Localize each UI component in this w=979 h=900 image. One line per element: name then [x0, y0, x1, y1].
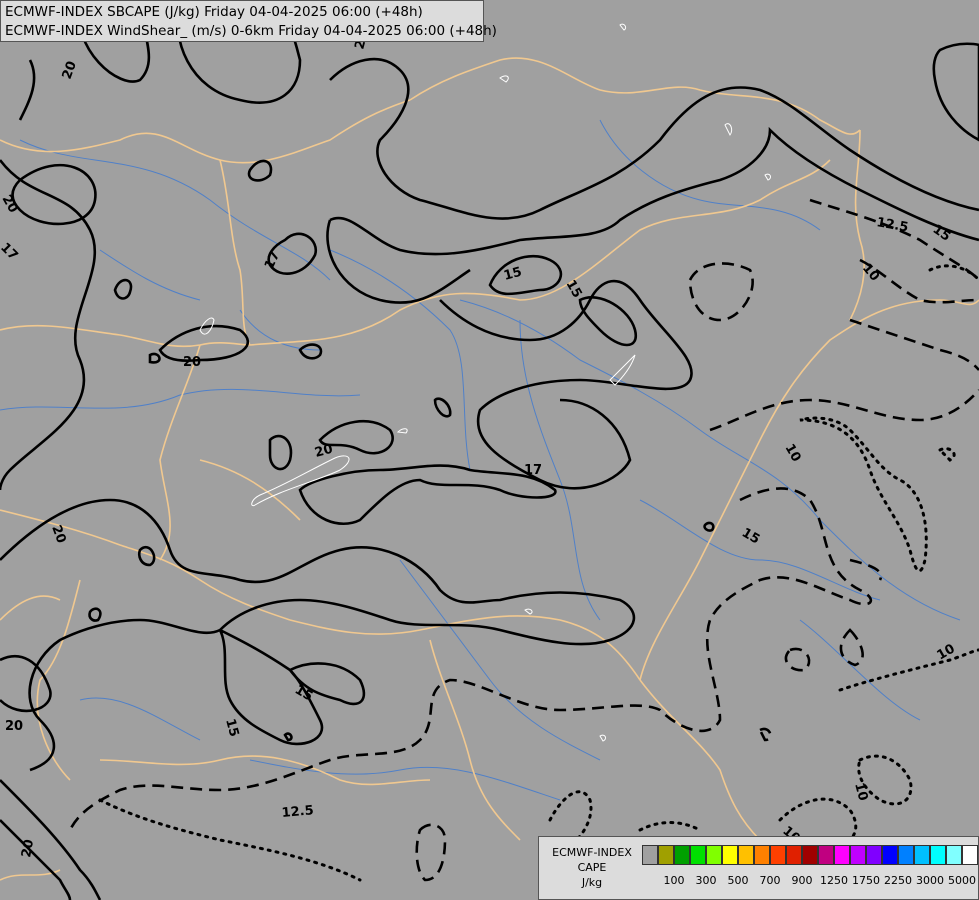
legend-title: ECMWF-INDEX [552, 846, 632, 859]
legend-swatch [930, 845, 946, 865]
legend-color-scale [642, 845, 978, 865]
legend-swatch [866, 845, 882, 865]
legend-swatch [642, 845, 658, 865]
legend-swatch [690, 845, 706, 865]
cape-legend: ECMWF-INDEX CAPE J/kg 100 300 500 700 900 125… [538, 836, 979, 900]
legend-tick-label: 700 [759, 874, 781, 887]
legend-swatch [770, 845, 786, 865]
contour-label: 20 [19, 838, 37, 858]
legend-variable: CAPE [577, 861, 607, 874]
legend-tick-label: 100 [663, 874, 685, 887]
legend-swatch [658, 845, 674, 865]
legend-tick-label: 5000 [948, 874, 976, 887]
legend-tick-label: 1250 [820, 874, 848, 887]
legend-unit: J/kg [581, 876, 603, 889]
legend-swatch [882, 845, 898, 865]
legend-tick-label: 1750 [852, 874, 880, 887]
legend-label: ECMWF-INDEX CAPE J/kg [543, 845, 641, 890]
legend-tick-label: 900 [791, 874, 813, 887]
legend-tick-label: 500 [727, 874, 749, 887]
contour-label: 17 [524, 463, 542, 478]
legend-swatch [898, 845, 914, 865]
legend-swatch [914, 845, 930, 865]
legend-swatch [786, 845, 802, 865]
legend-swatch [850, 845, 866, 865]
map-background [0, 0, 979, 900]
sbcape-title: ECMWF-INDEX SBCAPE (J/kg) Friday 04-04-2… [5, 4, 423, 20]
legend-swatch [706, 845, 722, 865]
legend-tick-label: 300 [695, 874, 717, 887]
legend-swatch [674, 845, 690, 865]
legend-swatch [754, 845, 770, 865]
legend-ticks: 100 300 500 700 900 1250 1750 2250 3000 5000 [642, 874, 978, 888]
legend-swatch [834, 845, 850, 865]
legend-tick-label: 3000 [916, 874, 944, 887]
map-title-box: ECMWF-INDEX SBCAPE (J/kg) Friday 04-04-2… [0, 0, 497, 42]
weather-map: 20 20 17 17 20 20 15 15 20 17 20 20 15 1… [0, 0, 979, 900]
legend-swatch [722, 845, 738, 865]
legend-swatch [962, 845, 978, 865]
legend-swatch [818, 845, 834, 865]
windshear-title: ECMWF-INDEX WindShear_ (m/s) 0-6km Frida… [5, 23, 497, 39]
legend-swatch [738, 845, 754, 865]
legend-tick-label: 2250 [884, 874, 912, 887]
contour-label: 20 [183, 355, 201, 370]
contour-label: 12.5 [281, 803, 314, 821]
legend-swatch [802, 845, 818, 865]
contour-label: 20 [5, 719, 23, 734]
legend-swatch [946, 845, 962, 865]
